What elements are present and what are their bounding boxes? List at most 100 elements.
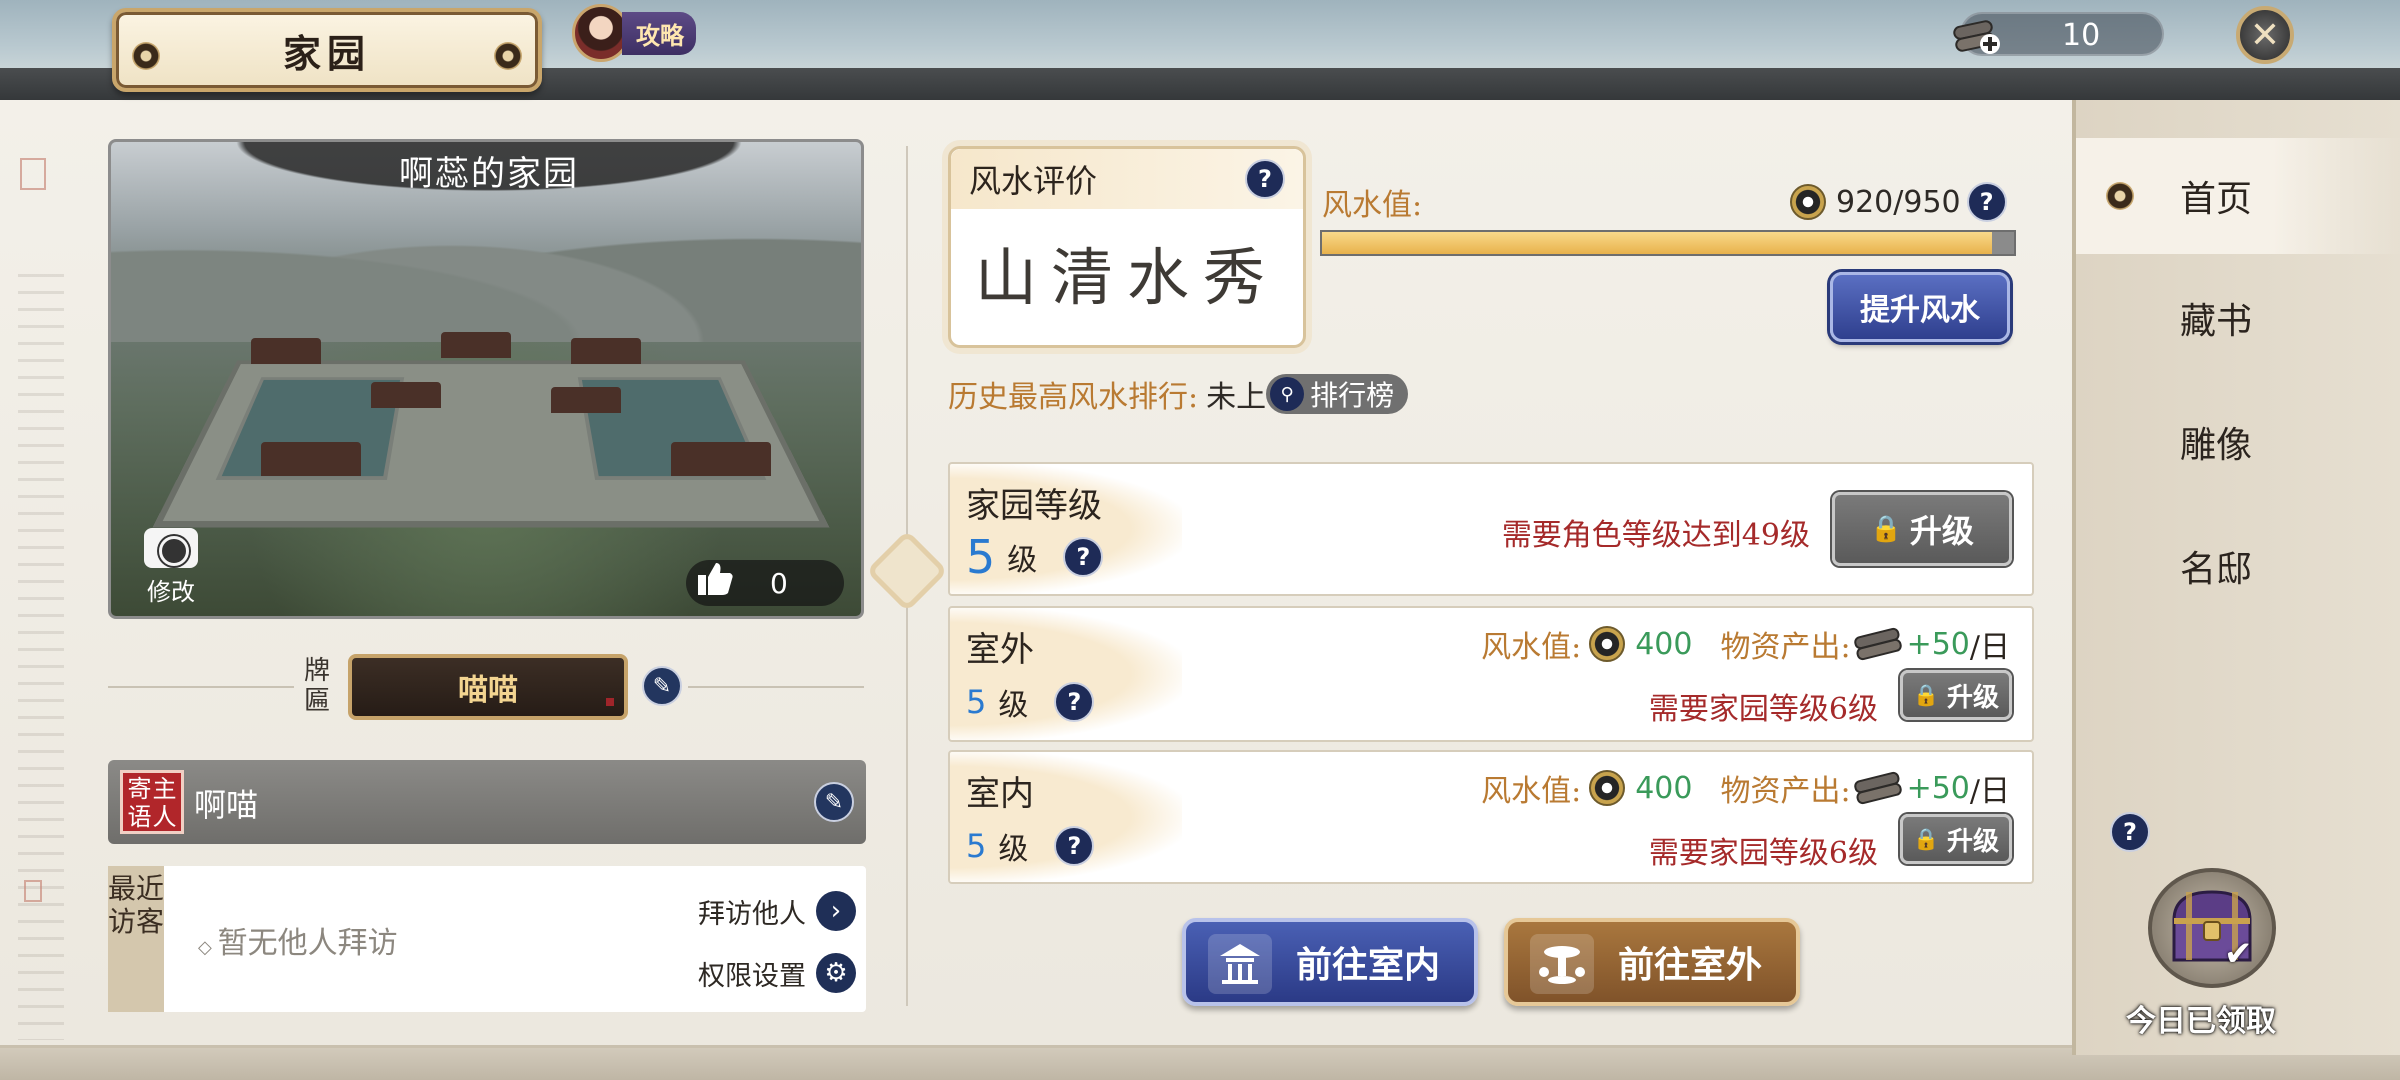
plaque-name: 喵喵 — [458, 673, 518, 708]
fengshui-value: 920/950 ? — [1790, 182, 2007, 222]
indoor-level-number: 5 — [966, 827, 987, 865]
building-roof — [671, 442, 771, 476]
indoor-stats: 风水值: 400 物资产出: +50 /日 — [1481, 766, 2010, 810]
pencil-icon: ✎ — [824, 789, 844, 815]
home-screenshot[interactable]: 啊蕊的家园 修改 0 — [108, 139, 864, 619]
seal-decoration-icon — [24, 880, 42, 902]
outdoor-requirement: 需要家园等级6级 — [1648, 692, 1878, 727]
coin-ornament-icon — [494, 42, 522, 70]
fengshui-coin-icon — [1790, 184, 1826, 220]
calligraphy-decoration — [18, 260, 64, 1040]
plaque-row: 牌匾 喵喵 ✎ — [108, 652, 864, 722]
nav-item-label: 名邸 — [2180, 549, 2253, 590]
fengshui-card-title: 风水评价 — [969, 162, 1098, 200]
nav-item-statues[interactable]: 雕像 — [2076, 384, 2400, 500]
upgrade-label: 升级 — [1946, 826, 1999, 857]
seal-char: 寄 — [127, 775, 152, 803]
nav-item-residence[interactable]: 名邸 — [2076, 508, 2400, 624]
seal-char: 人 — [152, 803, 177, 831]
output-stat-label: 物资产出: — [1720, 630, 1851, 665]
checkmark-icon: ✔ — [2224, 934, 2253, 974]
home-level-row: 家园等级 5 级 ? 需要角色等级达到49级 🔒 升级 — [948, 462, 2034, 596]
level-unit: 级 — [998, 832, 1029, 867]
improve-fengshui-label: 提升风水 — [1860, 293, 1980, 328]
resource-value: 10 — [2062, 18, 2101, 53]
page-title-tab: 家园 — [112, 8, 542, 92]
gear-icon: ⚙ — [816, 953, 856, 993]
level-unit: 级 — [998, 688, 1029, 723]
fengshui-rating: 山清水秀 — [974, 241, 1279, 314]
building-roof — [551, 387, 621, 413]
help-icon[interactable]: ? — [1054, 682, 1095, 722]
building-roof — [441, 332, 511, 358]
mountain-scenery — [111, 182, 861, 342]
bottom-strip — [0, 1048, 2400, 1080]
nav-item-label: 首页 — [2180, 179, 2253, 220]
fengshui-stat-value: 400 — [1635, 626, 1693, 662]
nav-item-label: 藏书 — [2180, 301, 2253, 342]
indoor-level-row: 室内 5 级 ? 风水值: 400 物资产出: +50 /日 需要家园等级6级 … — [948, 750, 2034, 884]
host-seal-icon: 寄 主 语 人 — [120, 770, 184, 834]
lock-icon: 🔒 — [1913, 682, 1939, 707]
fengshui-card-header: 风水评价 ? — [951, 149, 1303, 209]
nav-item-library[interactable]: 藏书 — [2076, 260, 2400, 376]
close-button[interactable]: ✕ — [2236, 6, 2294, 64]
like-button[interactable]: 0 — [686, 560, 844, 606]
indoor-requirement: 需要家园等级6级 — [1648, 836, 1878, 871]
help-icon[interactable]: ? — [1245, 159, 1285, 199]
fengshui-coin-icon — [1589, 626, 1626, 662]
guide-button[interactable]: 攻略 — [572, 4, 712, 62]
go-outdoor-button[interactable]: 前往室外 — [1504, 918, 1800, 1006]
divider — [108, 686, 294, 688]
seal-decoration-icon — [20, 158, 46, 190]
outdoor-level-value: 5 级 ? — [966, 680, 1095, 724]
leaderboard-button[interactable]: ⚲ 排行榜 — [1266, 374, 1409, 414]
improve-fengshui-button[interactable]: 提升风水 — [1830, 272, 2010, 342]
go-indoor-button[interactable]: 前往室内 — [1182, 918, 1478, 1006]
seal-char: 主 — [152, 775, 177, 803]
fengshui-coin-icon — [1589, 770, 1626, 806]
permission-settings-label: 权限设置 — [698, 960, 806, 992]
fengshui-progress-bar — [1320, 230, 2016, 256]
upgrade-indoor-button[interactable]: 🔒 升级 — [1900, 814, 2012, 864]
resource-counter[interactable]: 10 — [1953, 12, 2164, 56]
photo-edit-button[interactable]: 修改 — [131, 528, 211, 608]
fengshui-stat-label: 风水值: — [1481, 774, 1582, 809]
daily-reward-caption: 今日已领取 — [2126, 1004, 2276, 1039]
outdoor-stats: 风水值: 400 物资产出: +50 /日 — [1481, 622, 2010, 666]
upgrade-outdoor-button[interactable]: 🔒 升级 — [1900, 670, 2012, 720]
seal-char: 语 — [127, 803, 152, 831]
permission-settings-button[interactable]: 权限设置 ⚙ — [698, 952, 856, 994]
edit-host-message-button[interactable]: ✎ — [814, 782, 854, 822]
home-level-value: 5 级 ? — [966, 530, 1104, 584]
home-name-band: 啊蕊的家园 — [201, 142, 777, 198]
ranking-label: 历史最高风水排行: — [948, 380, 1199, 415]
help-icon[interactable]: ? — [1966, 182, 2007, 222]
help-icon[interactable]: ? — [1063, 537, 1104, 577]
home-level-requirement: 需要角色等级达到49级 — [1501, 518, 1810, 553]
lock-icon: 🔒 — [1913, 826, 1939, 851]
guide-label: 攻略 — [622, 11, 696, 55]
go-indoor-label: 前往室内 — [1296, 944, 1441, 986]
output-stat-unit: /日 — [1969, 630, 2010, 665]
pencil-icon: ✎ — [652, 673, 672, 699]
home-level-number: 5 — [966, 530, 996, 584]
stone-table-icon — [1530, 934, 1594, 994]
upgrade-label: 升级 — [1946, 682, 1999, 713]
camera-icon — [144, 528, 198, 568]
nav-item-home[interactable]: 首页 — [2076, 138, 2400, 254]
upgrade-home-button[interactable]: 🔒 升级 — [1832, 492, 2012, 566]
visit-others-button[interactable]: 拜访他人 › — [698, 890, 856, 932]
recent-visitors-label: 最近访客 — [108, 866, 164, 1012]
fengshui-value-label: 风水值: — [1322, 188, 1423, 223]
edit-plaque-button[interactable]: ✎ — [642, 666, 682, 706]
pavilion-icon — [1208, 934, 1272, 994]
ranking-value: 未上 — [1206, 380, 1267, 415]
timber-add-icon — [1950, 8, 2008, 60]
output-stat-label: 物资产出: — [1720, 774, 1851, 809]
help-icon[interactable]: ? — [1054, 826, 1095, 866]
fengshui-value-text: 920/950 — [1836, 184, 1961, 220]
nav-item-label: 雕像 — [2180, 425, 2253, 466]
help-icon[interactable]: ? — [2110, 812, 2150, 852]
home-name: 啊蕊的家园 — [399, 153, 579, 194]
